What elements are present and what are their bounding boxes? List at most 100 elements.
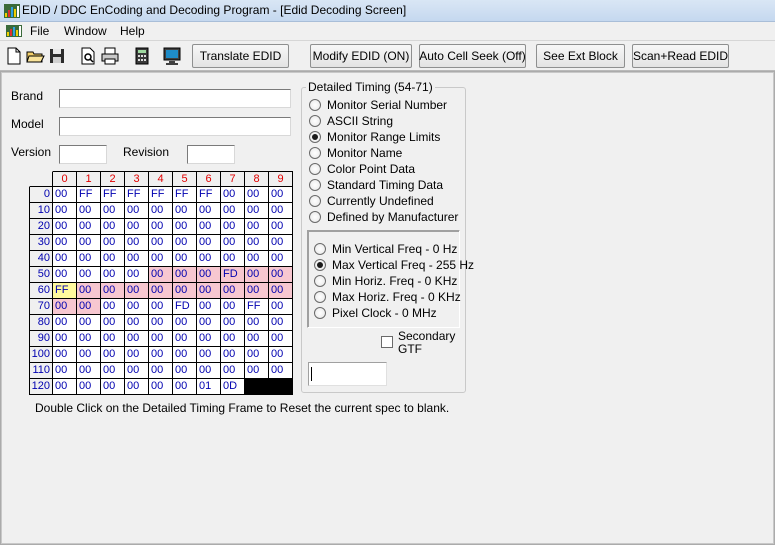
hex-cell[interactable]: 00 — [101, 331, 125, 347]
hex-cell[interactable]: 00 — [245, 187, 269, 203]
hex-cell[interactable]: 00 — [245, 219, 269, 235]
menu-file[interactable]: File — [30, 24, 49, 38]
radio-button[interactable] — [309, 115, 321, 127]
hex-cell[interactable]: 00 — [53, 251, 77, 267]
hex-cell[interactable]: 00 — [77, 235, 101, 251]
new-file-icon[interactable] — [4, 46, 24, 66]
hex-cell[interactable]: 00 — [269, 315, 293, 331]
hex-cell[interactable]: 00 — [101, 267, 125, 283]
hex-cell[interactable]: 00 — [197, 203, 221, 219]
radio-button[interactable] — [309, 131, 321, 143]
hex-cell[interactable]: 00 — [173, 219, 197, 235]
monitor-icon[interactable] — [162, 46, 182, 66]
hex-cell[interactable]: 00 — [149, 267, 173, 283]
hex-cell[interactable]: 00 — [149, 379, 173, 395]
radio-button[interactable] — [309, 99, 321, 111]
hex-cell[interactable]: FF — [173, 187, 197, 203]
hex-cell[interactable]: 00 — [149, 219, 173, 235]
hex-cell[interactable]: 00 — [269, 187, 293, 203]
auto-cell-seek-button[interactable]: Auto Cell Seek (Off) — [419, 44, 526, 68]
hex-cell[interactable]: 00 — [53, 219, 77, 235]
hex-cell[interactable]: FF — [245, 299, 269, 315]
range-limit-option[interactable]: Pixel Clock - 0 MHz — [314, 305, 437, 321]
hex-cell[interactable]: 00 — [77, 347, 101, 363]
revision-field[interactable] — [187, 145, 235, 164]
secondary-gtf-checkbox[interactable] — [381, 336, 393, 348]
hex-cell[interactable]: 00 — [53, 331, 77, 347]
hex-cell[interactable]: 00 — [77, 251, 101, 267]
hex-cell[interactable]: 00 — [101, 363, 125, 379]
hex-cell[interactable]: 00 — [173, 283, 197, 299]
hex-cell[interactable]: 00 — [125, 379, 149, 395]
hex-cell[interactable]: 00 — [101, 251, 125, 267]
hex-cell[interactable]: 00 — [101, 299, 125, 315]
scan-read-edid-button[interactable]: Scan+Read EDID — [632, 44, 729, 68]
mdi-child-icon[interactable] — [6, 25, 22, 37]
hex-cell[interactable]: 00 — [245, 331, 269, 347]
hex-cell[interactable]: 00 — [221, 235, 245, 251]
hex-cell[interactable]: 01 — [197, 379, 221, 395]
radio-button[interactable] — [314, 291, 326, 303]
range-limit-option[interactable]: Max Vertical Freq - 255 Hz — [314, 257, 474, 273]
translate-edid-button[interactable]: Translate EDID — [192, 44, 289, 68]
hex-cell[interactable]: FD — [173, 299, 197, 315]
hex-cell[interactable]: 00 — [245, 235, 269, 251]
hex-cell[interactable]: 00 — [53, 203, 77, 219]
hex-cell[interactable]: 00 — [125, 283, 149, 299]
hex-cell[interactable]: 00 — [221, 203, 245, 219]
descriptor-type-option[interactable]: Defined by Manufacturer — [309, 209, 458, 225]
hex-cell[interactable]: 0D — [221, 379, 245, 395]
hex-cell[interactable]: 00 — [245, 283, 269, 299]
hex-cell[interactable]: 00 — [77, 379, 101, 395]
hex-cell[interactable]: 00 — [269, 235, 293, 251]
radio-button[interactable] — [314, 243, 326, 255]
hex-cell[interactable]: 00 — [101, 315, 125, 331]
hex-cell[interactable]: 00 — [245, 251, 269, 267]
hex-cell[interactable]: 00 — [125, 235, 149, 251]
hex-cell[interactable]: 00 — [245, 347, 269, 363]
radio-button[interactable] — [309, 179, 321, 191]
hex-cell[interactable]: 00 — [149, 315, 173, 331]
hex-cell[interactable]: 00 — [269, 219, 293, 235]
hex-cell[interactable]: 00 — [149, 299, 173, 315]
hex-cell[interactable]: 00 — [197, 267, 221, 283]
save-icon[interactable] — [47, 46, 67, 66]
descriptor-type-option[interactable]: Monitor Range Limits — [309, 129, 440, 145]
hex-cell[interactable]: 00 — [125, 363, 149, 379]
hex-cell[interactable]: 00 — [125, 331, 149, 347]
hex-cell[interactable]: 00 — [101, 235, 125, 251]
radio-button[interactable] — [309, 163, 321, 175]
hex-cell[interactable]: 00 — [125, 299, 149, 315]
descriptor-type-option[interactable]: Currently Undefined — [309, 193, 434, 209]
hex-cell[interactable]: 00 — [173, 347, 197, 363]
hex-cell[interactable]: 00 — [101, 347, 125, 363]
hex-cell[interactable]: 00 — [221, 347, 245, 363]
hex-cell[interactable]: 00 — [77, 283, 101, 299]
hex-cell[interactable]: 00 — [149, 347, 173, 363]
hex-cell[interactable]: FF — [149, 187, 173, 203]
hex-cell[interactable]: 00 — [149, 331, 173, 347]
hex-cell[interactable]: 00 — [77, 203, 101, 219]
hex-cell[interactable]: 00 — [173, 251, 197, 267]
hex-cell[interactable]: 00 — [197, 347, 221, 363]
print-icon[interactable] — [100, 46, 120, 66]
hex-cell[interactable]: 00 — [173, 363, 197, 379]
hex-cell[interactable]: 00 — [173, 331, 197, 347]
descriptor-type-option[interactable]: Monitor Name — [309, 145, 402, 161]
hex-cell[interactable]: 00 — [125, 251, 149, 267]
hex-cell[interactable]: 00 — [269, 331, 293, 347]
hex-cell[interactable]: 00 — [77, 363, 101, 379]
brand-field[interactable] — [59, 89, 291, 108]
hex-cell[interactable]: 00 — [269, 283, 293, 299]
hex-cell[interactable]: 00 — [173, 379, 197, 395]
hex-cell[interactable]: 00 — [149, 235, 173, 251]
range-limit-option[interactable]: Min Vertical Freq - 0 Hz — [314, 241, 457, 257]
model-field[interactable] — [59, 117, 291, 136]
version-field[interactable] — [59, 145, 107, 164]
radio-button[interactable] — [309, 211, 321, 223]
hex-cell[interactable]: FF — [197, 187, 221, 203]
hex-cell[interactable]: FF — [125, 187, 149, 203]
hex-cell[interactable]: 00 — [197, 283, 221, 299]
hex-cell[interactable]: 00 — [149, 251, 173, 267]
print-preview-icon[interactable] — [78, 46, 98, 66]
